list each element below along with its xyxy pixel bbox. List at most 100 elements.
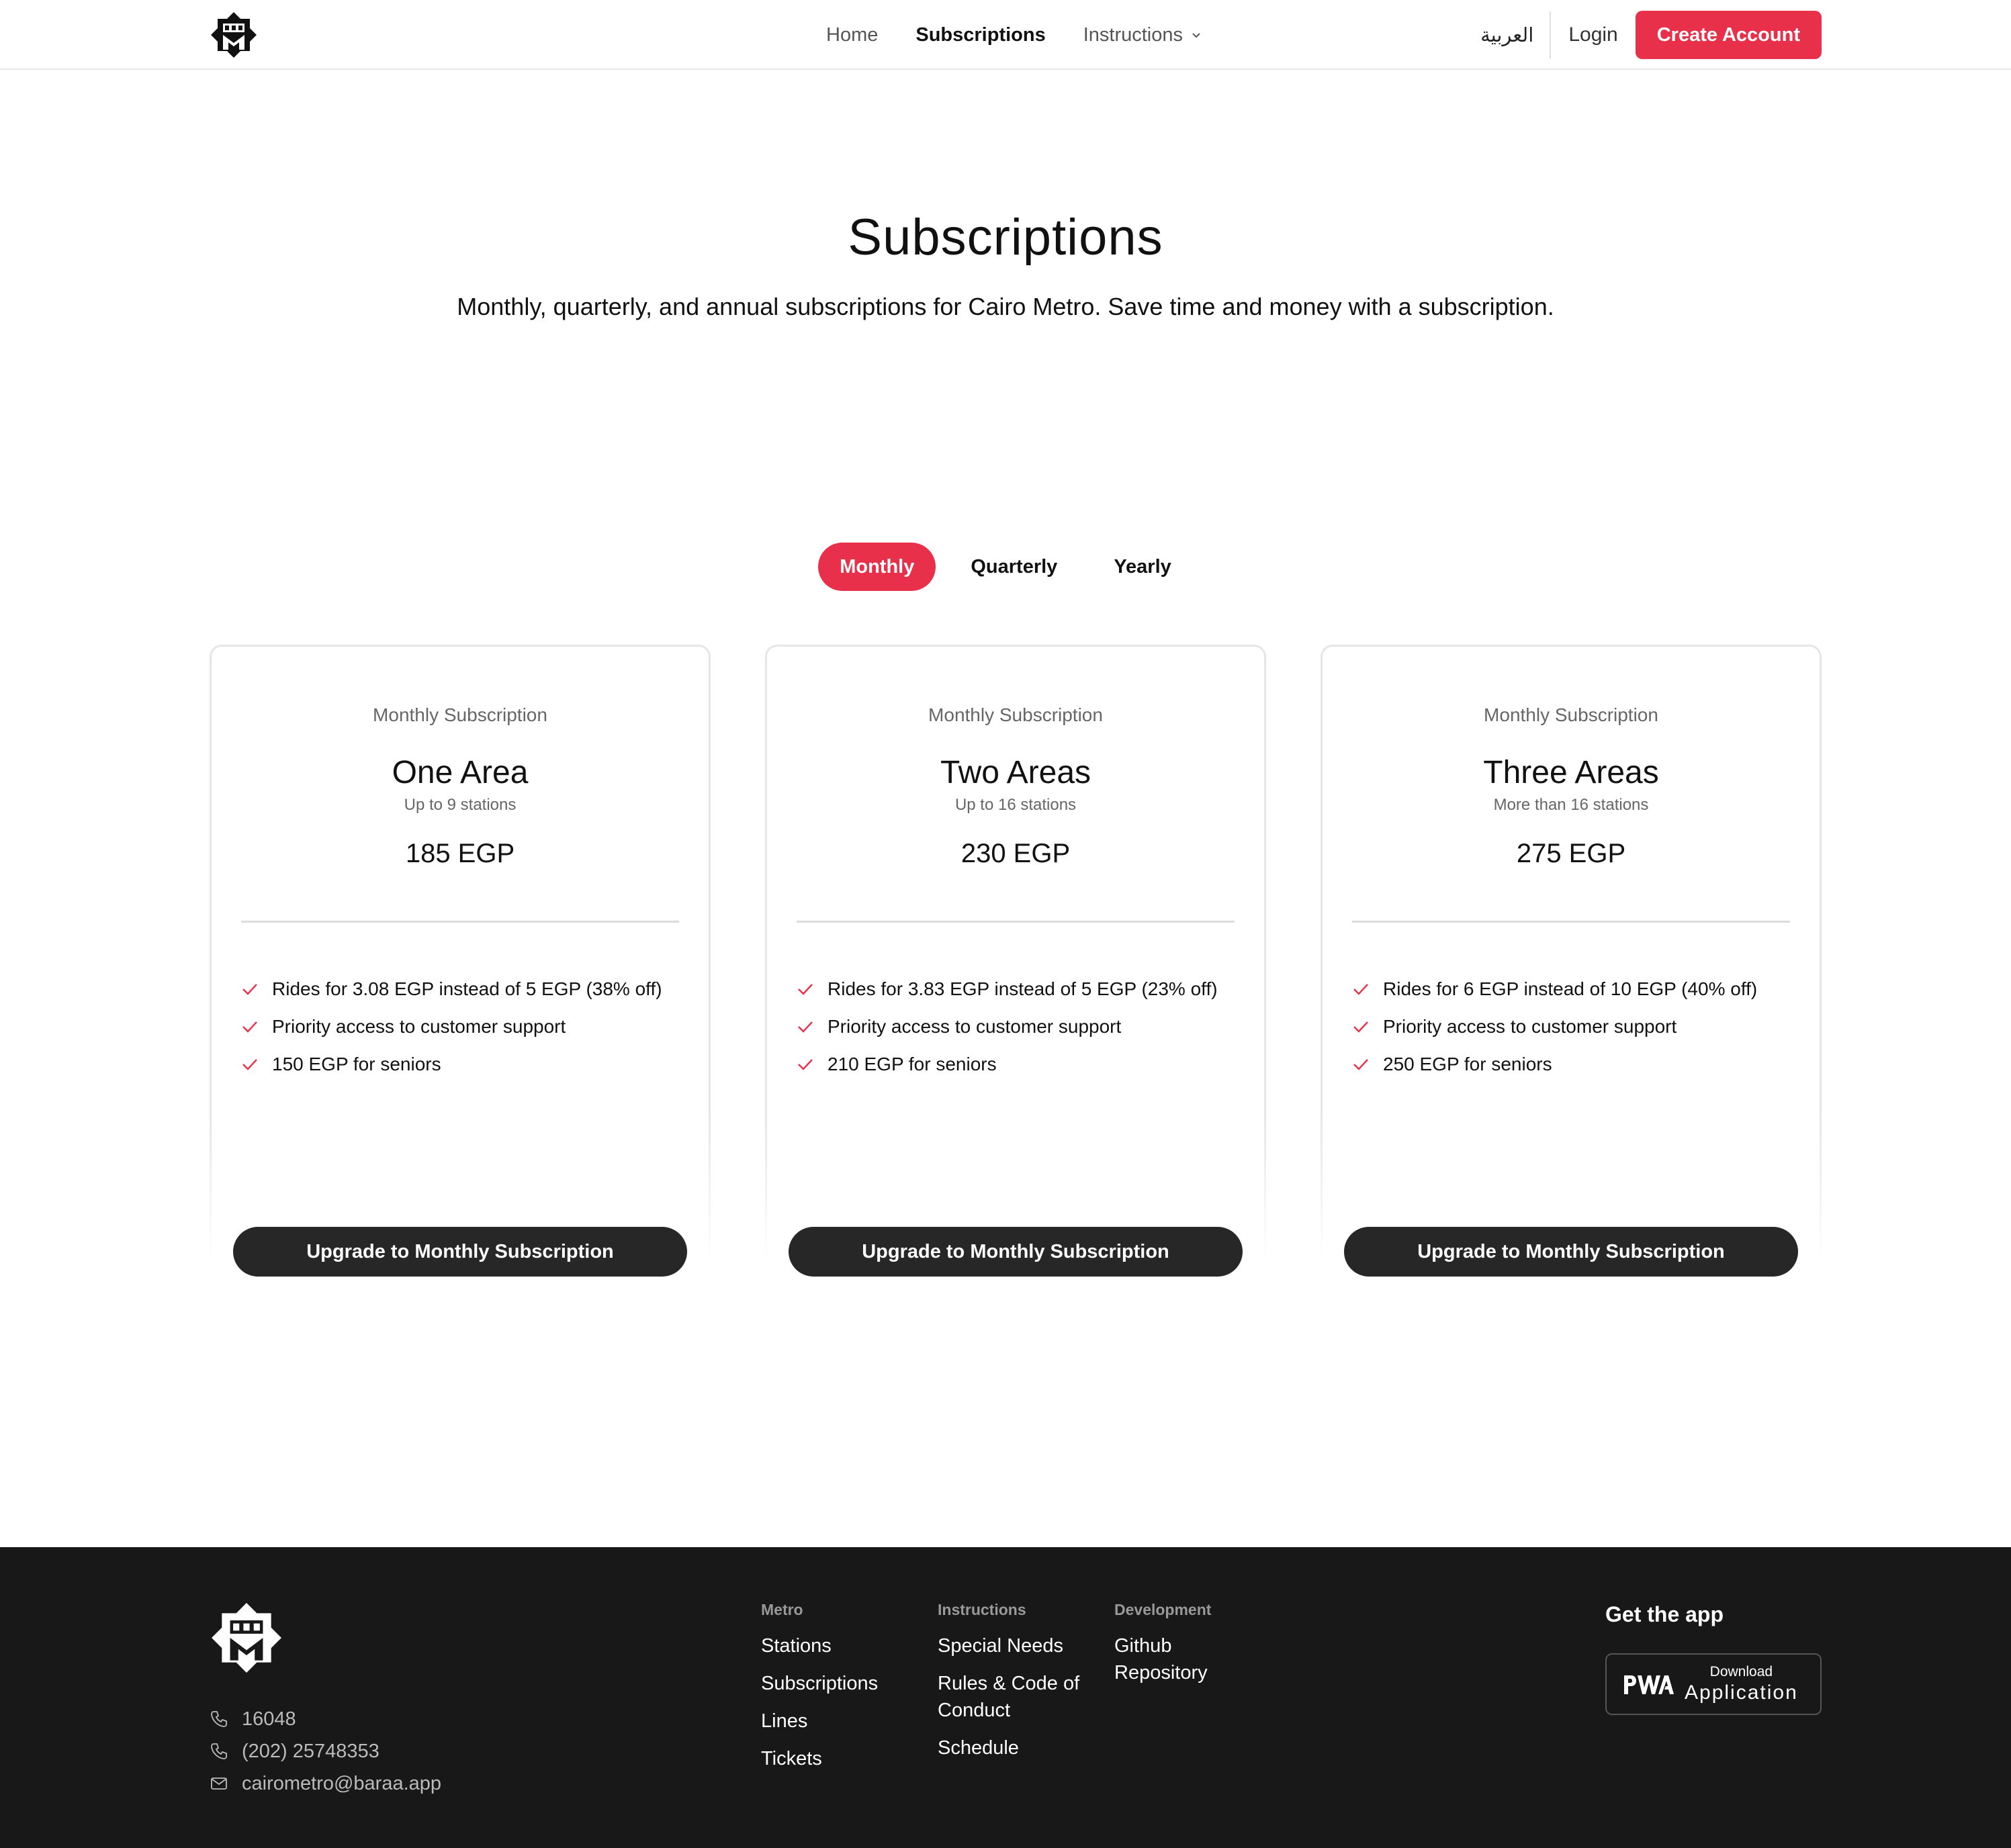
- contact-text: 16048: [242, 1708, 296, 1730]
- contact-email[interactable]: cairometro@baraa.app: [210, 1767, 441, 1800]
- plan-stations: Up to 9 stations: [404, 796, 517, 814]
- plan-title: Two Areas: [940, 755, 1091, 790]
- tab-monthly[interactable]: Monthly: [818, 543, 936, 591]
- feature-text: Rides for 3.83 EGP instead of 5 EGP (23%…: [828, 978, 1218, 999]
- feature-item: 210 EGP for seniors: [797, 1046, 1251, 1083]
- feature-text: Rides for 3.08 EGP instead of 5 EGP (38%…: [272, 978, 662, 999]
- plan-features: Rides for 3.08 EGP instead of 5 EGP (38%…: [241, 970, 695, 1083]
- plan-price: 230 EGP: [960, 839, 1071, 868]
- nav-subscriptions[interactable]: Subscriptions: [915, 24, 1045, 46]
- footer-column-metro: Metro Stations Subscriptions Lines Ticke…: [761, 1601, 922, 1783]
- header-actions: العربية Login Create Account: [1480, 0, 1822, 70]
- footer-link-lines[interactable]: Lines: [761, 1708, 922, 1735]
- check-icon: [242, 1059, 257, 1070]
- nav-instructions-dropdown[interactable]: Instructions: [1083, 24, 1203, 46]
- feature-text: 250 EGP for seniors: [1383, 1054, 1552, 1074]
- plan-card-one-area: Monthly Subscription One Area Up to 9 st…: [210, 645, 711, 1289]
- check-icon: [1353, 1059, 1368, 1070]
- check-icon: [798, 1059, 813, 1070]
- site-header: Home Subscriptions Instructions العربية …: [0, 0, 2011, 70]
- pwa-application-label: Application: [1685, 1681, 1798, 1704]
- upgrade-button[interactable]: Upgrade to Monthly Subscription: [1344, 1227, 1798, 1277]
- feature-text: Rides for 6 EGP instead of 10 EGP (40% o…: [1383, 978, 1758, 999]
- plan-card-two-areas: Monthly Subscription Two Areas Up to 16 …: [765, 645, 1266, 1289]
- plan-kicker: Monthly Subscription: [373, 704, 547, 725]
- plan-stations: More than 16 stations: [1493, 796, 1649, 814]
- plan-kicker: Monthly Subscription: [928, 704, 1103, 725]
- plan-price: 185 EGP: [405, 839, 515, 868]
- plan-kicker: Monthly Subscription: [1484, 704, 1658, 725]
- pwa-download-label: Download: [1709, 1664, 1773, 1679]
- footer-link-github[interactable]: Github Repository: [1114, 1632, 1235, 1686]
- feature-text: Priority access to customer support: [828, 1016, 1122, 1037]
- nav-home[interactable]: Home: [826, 24, 878, 46]
- feature-text: 150 EGP for seniors: [272, 1054, 441, 1074]
- upgrade-button[interactable]: Upgrade to Monthly Subscription: [233, 1227, 687, 1277]
- plan-divider: [241, 921, 679, 923]
- plan-price: 275 EGP: [1516, 839, 1626, 868]
- main-nav: Home Subscriptions Instructions: [826, 0, 1203, 70]
- contact-phone[interactable]: (202) 25748353: [210, 1735, 441, 1767]
- site-footer: 16048 (202) 25748353 cairometro@baraa.ap…: [0, 1547, 2011, 1848]
- feature-text: Priority access to customer support: [272, 1016, 566, 1037]
- language-switch[interactable]: العربية: [1480, 24, 1550, 46]
- check-icon: [1353, 984, 1368, 995]
- footer-column-heading: Instructions: [938, 1601, 1026, 1618]
- contact-text: cairometro@baraa.app: [242, 1772, 442, 1794]
- contact-hotline[interactable]: 16048: [210, 1703, 441, 1735]
- footer-column-heading: Development: [1114, 1601, 1212, 1618]
- check-icon: [242, 984, 257, 995]
- footer-link-rules[interactable]: Rules & Code of Conduct: [938, 1670, 1092, 1724]
- phone-icon: [211, 1743, 227, 1759]
- footer-link-subscriptions[interactable]: Subscriptions: [761, 1670, 922, 1697]
- feature-text: Priority access to customer support: [1383, 1016, 1677, 1037]
- feature-item: Rides for 3.83 EGP instead of 5 EGP (23%…: [797, 970, 1251, 1008]
- check-icon: [798, 984, 813, 995]
- footer-column-heading: Metro: [761, 1601, 803, 1618]
- page-subtitle: Monthly, quarterly, and annual subscript…: [457, 293, 1554, 320]
- tab-quarterly[interactable]: Quarterly: [949, 543, 1079, 591]
- feature-item: 250 EGP for seniors: [1352, 1046, 1806, 1083]
- plan-features: Rides for 3.83 EGP instead of 5 EGP (23%…: [797, 970, 1251, 1083]
- contact-info: 16048 (202) 25748353 cairometro@baraa.ap…: [210, 1703, 441, 1800]
- login-link[interactable]: Login: [1551, 24, 1635, 46]
- footer-link-stations[interactable]: Stations: [761, 1632, 922, 1659]
- tab-yearly[interactable]: Yearly: [1092, 543, 1192, 591]
- plan-features: Rides for 6 EGP instead of 10 EGP (40% o…: [1352, 970, 1806, 1083]
- footer-link-tickets[interactable]: Tickets: [761, 1745, 922, 1772]
- feature-item: Priority access to customer support: [797, 1008, 1251, 1046]
- mail-icon: [211, 1777, 227, 1790]
- plan-stations: Up to 16 stations: [954, 796, 1077, 814]
- nav-home-label: Home: [826, 24, 879, 46]
- feature-text: 210 EGP for seniors: [828, 1054, 997, 1074]
- cairo-metro-logo-footer[interactable]: [210, 1601, 283, 1675]
- check-icon: [242, 1021, 257, 1033]
- feature-item: Rides for 6 EGP instead of 10 EGP (40% o…: [1352, 970, 1806, 1008]
- feature-item: Rides for 3.08 EGP instead of 5 EGP (38%…: [241, 970, 695, 1008]
- create-account-button[interactable]: Create Account: [1635, 11, 1822, 59]
- pwa-icon: [1624, 1675, 1674, 1694]
- billing-period-tabs: Monthly Quarterly Yearly: [0, 543, 2011, 591]
- footer-column-instructions: Instructions Special Needs Rules & Code …: [938, 1601, 1092, 1772]
- download-pwa-button[interactable]: Download Application: [1605, 1653, 1822, 1715]
- plan-divider: [797, 921, 1235, 923]
- check-icon: [1353, 1021, 1368, 1033]
- nav-subscriptions-label: Subscriptions: [915, 24, 1046, 46]
- feature-item: 150 EGP for seniors: [241, 1046, 695, 1083]
- upgrade-button[interactable]: Upgrade to Monthly Subscription: [789, 1227, 1243, 1277]
- plan-card-three-areas: Monthly Subscription Three Areas More th…: [1321, 645, 1822, 1289]
- plan-title: Three Areas: [1483, 755, 1659, 790]
- footer-link-special-needs[interactable]: Special Needs: [938, 1632, 1092, 1659]
- page-title: Subscriptions: [848, 209, 1163, 266]
- plan-title: One Area: [392, 755, 529, 790]
- get-app-heading: Get the app: [1605, 1602, 1724, 1626]
- cairo-metro-logo[interactable]: [210, 11, 258, 59]
- plan-divider: [1352, 921, 1790, 923]
- check-icon: [798, 1021, 813, 1033]
- chevron-down-icon: [1192, 33, 1200, 38]
- footer-link-schedule[interactable]: Schedule: [938, 1735, 1092, 1761]
- pwa-button-text: Download Application: [1685, 1664, 1798, 1704]
- feature-item: Priority access to customer support: [1352, 1008, 1806, 1046]
- contact-text: (202) 25748353: [242, 1740, 379, 1762]
- feature-item: Priority access to customer support: [241, 1008, 695, 1046]
